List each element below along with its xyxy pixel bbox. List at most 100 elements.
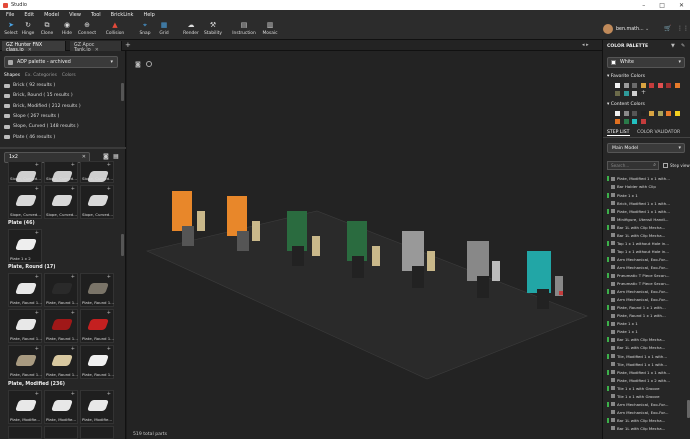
step-list-item[interactable]: Bar 1L with Clip Mecha... [607,336,687,344]
favorite-color-swatch[interactable] [632,91,637,96]
part-tile[interactable]: + Slope, Curved... [8,185,42,219]
part-tile[interactable]: + Plate 1 x 2 [8,229,42,263]
step-list-item[interactable]: Tile, Modified 1 x 1 with... [607,352,687,360]
step-list-item[interactable]: Bar 1L with Clip Mecha... [607,223,687,231]
add-part-icon[interactable]: + [35,274,39,280]
filter-icon[interactable]: ▼ [671,43,675,49]
content-color-swatch[interactable] [623,119,629,124]
instruction-button[interactable]: ▤ Instruction [232,21,256,36]
content-color-swatch[interactable] [632,119,637,124]
part-tile[interactable] [80,426,114,439]
edit-icon[interactable]: ✎ [681,43,685,49]
step-list-item[interactable]: Plate, Modified 1 x 2 with... [607,376,687,384]
model-selector[interactable]: Main Model ▾ [607,143,685,153]
part-tile[interactable]: + Plate, Round 1... [44,273,78,307]
content-color-swatch[interactable] [632,111,637,116]
tab-hunter[interactable]: GZ Hunter FNX class.io✕ [2,41,66,53]
add-part-icon[interactable]: + [107,310,111,316]
minimize-icon[interactable]: – [642,2,645,9]
shape-category-item[interactable]: Brick, Round ( 15 results ) [4,93,73,98]
part-tile[interactable]: + Plate, Modifie... [8,390,42,424]
step-list-item[interactable]: Tile 1 x 1 with Groove [607,392,687,400]
tab-step-list[interactable]: STEP LIST [607,130,630,136]
step-view-checkbox[interactable] [663,163,668,168]
part-tile[interactable]: + Slope, Curved... [80,185,114,219]
clear-search-icon[interactable]: ✕ [82,154,86,160]
add-color-icon[interactable]: + [641,89,646,96]
add-part-icon[interactable]: + [35,186,39,192]
favorite-color-swatch[interactable] [657,83,663,88]
favorite-color-swatch[interactable] [640,83,646,88]
part-tile[interactable]: + Plate, Round 1... [8,309,42,343]
close-icon[interactable]: ✕ [679,2,684,9]
shape-category-item[interactable]: Brick, Modified ( 212 results ) [4,104,81,109]
clone-button[interactable]: ⧉ Clone [36,21,58,37]
step-list-item[interactable]: Arm Mechanical, Exo-For... [607,400,687,408]
step-list-item[interactable]: Tap 1 x 1 without Hole in... [607,247,687,255]
cart-icon[interactable]: 🛒 [664,25,671,32]
splitter-handle[interactable] [0,147,126,149]
part-grid-scrollbar[interactable] [121,234,124,256]
grid-button[interactable]: ▦ Grid [153,21,175,36]
add-part-icon[interactable]: + [35,310,39,316]
menu-tool[interactable]: Tool [91,12,101,18]
3d-viewport[interactable]: ◙ 519 total parts [127,51,602,439]
hide-button[interactable]: ◉ Hide [56,21,78,36]
content-color-swatch[interactable] [640,119,646,124]
shape-list-scrollbar[interactable] [121,83,124,101]
step-list-item[interactable]: Bar 1L with Clip Mecha... [607,417,687,425]
menu-model[interactable]: Model [44,12,59,18]
panel-arrows-icon[interactable]: ◂ ▸ [582,42,589,48]
favorite-color-swatch[interactable] [615,91,620,96]
shape-category-item[interactable]: Slope, Curved ( 148 results ) [4,124,79,129]
step-list-item[interactable]: Plate 1 x 1 [607,320,687,328]
content-color-swatch[interactable] [666,111,671,116]
step-list-item[interactable]: Minifigure, Utensil Handl... [607,215,687,223]
step-list-item[interactable]: Arm Mechanical, Exo-For... [607,408,687,416]
grid-view-icon[interactable]: ▦ [113,153,119,160]
part-tile[interactable]: + Plate, Round 1... [80,273,114,307]
step-list-item[interactable]: Arm Mechanical, Exo-For... [607,264,687,272]
subtab-colors[interactable]: Colors [62,73,76,78]
part-tile[interactable]: + Plate, Modifie... [44,390,78,424]
content-color-swatch[interactable] [623,111,629,116]
favorite-color-swatch[interactable] [623,83,629,88]
collision-button[interactable]: ▲ Collision [104,21,126,36]
part-tile[interactable]: + Slope, Curved... [44,185,78,219]
part-tile[interactable]: + Plate, Round 1... [8,273,42,307]
add-part-icon[interactable]: + [35,162,39,168]
step-list-item[interactable]: Plate 1 x 1 [607,191,687,199]
menu-bricklink[interactable]: BrickLink [111,12,134,18]
content-color-swatch[interactable] [657,111,663,116]
step-list-item[interactable]: Bar Holder with Clip [607,183,687,191]
add-part-icon[interactable]: + [107,391,111,397]
add-part-icon[interactable]: + [107,346,111,352]
part-tile[interactable]: + Plate, Round 1... [44,345,78,379]
add-part-icon[interactable]: + [35,230,39,236]
content-color-swatch[interactable] [649,111,654,116]
menu-help[interactable]: Help [143,12,154,18]
content-color-swatch[interactable] [615,119,620,124]
shape-category-item[interactable]: Brick ( 92 results ) [4,83,55,88]
mosaic-button[interactable]: ▥ Mosaic [259,21,281,36]
step-list-item[interactable]: Plate 1 x 1 [607,328,687,336]
part-tile[interactable]: + Slope, Curved... [8,161,42,183]
grid-menu-icon[interactable]: ⋮⋮ [677,25,689,32]
content-color-swatch[interactable] [674,111,680,116]
menu-file[interactable]: File [6,12,14,18]
stability-button[interactable]: ⚒ Stability [202,21,224,36]
step-list-item[interactable]: Bar 1L with Clip Mecha... [607,231,687,239]
content-color-swatch[interactable] [640,111,646,116]
add-part-icon[interactable]: + [71,391,75,397]
part-tile[interactable]: + Slope, Curved... [80,161,114,183]
add-part-icon[interactable]: + [107,274,111,280]
render-button[interactable]: ☁ Render [180,21,202,36]
step-list-item[interactable]: Pneumatic T Piece Secon... [607,272,687,280]
favorite-color-swatch[interactable] [649,83,654,88]
step-list-item[interactable]: Tile 1 x 1 with Groove [607,384,687,392]
step-list-item[interactable]: Plate, Modified 1 x 1 with... [607,175,687,183]
tab-color-validator[interactable]: COLOR VALIDATOR [637,130,680,135]
favorite-color-swatch[interactable] [632,83,637,88]
step-list-item[interactable]: Tile, Modified 1 x 1 with... [607,360,687,368]
subtab-shapes[interactable]: Shapes [4,73,20,78]
